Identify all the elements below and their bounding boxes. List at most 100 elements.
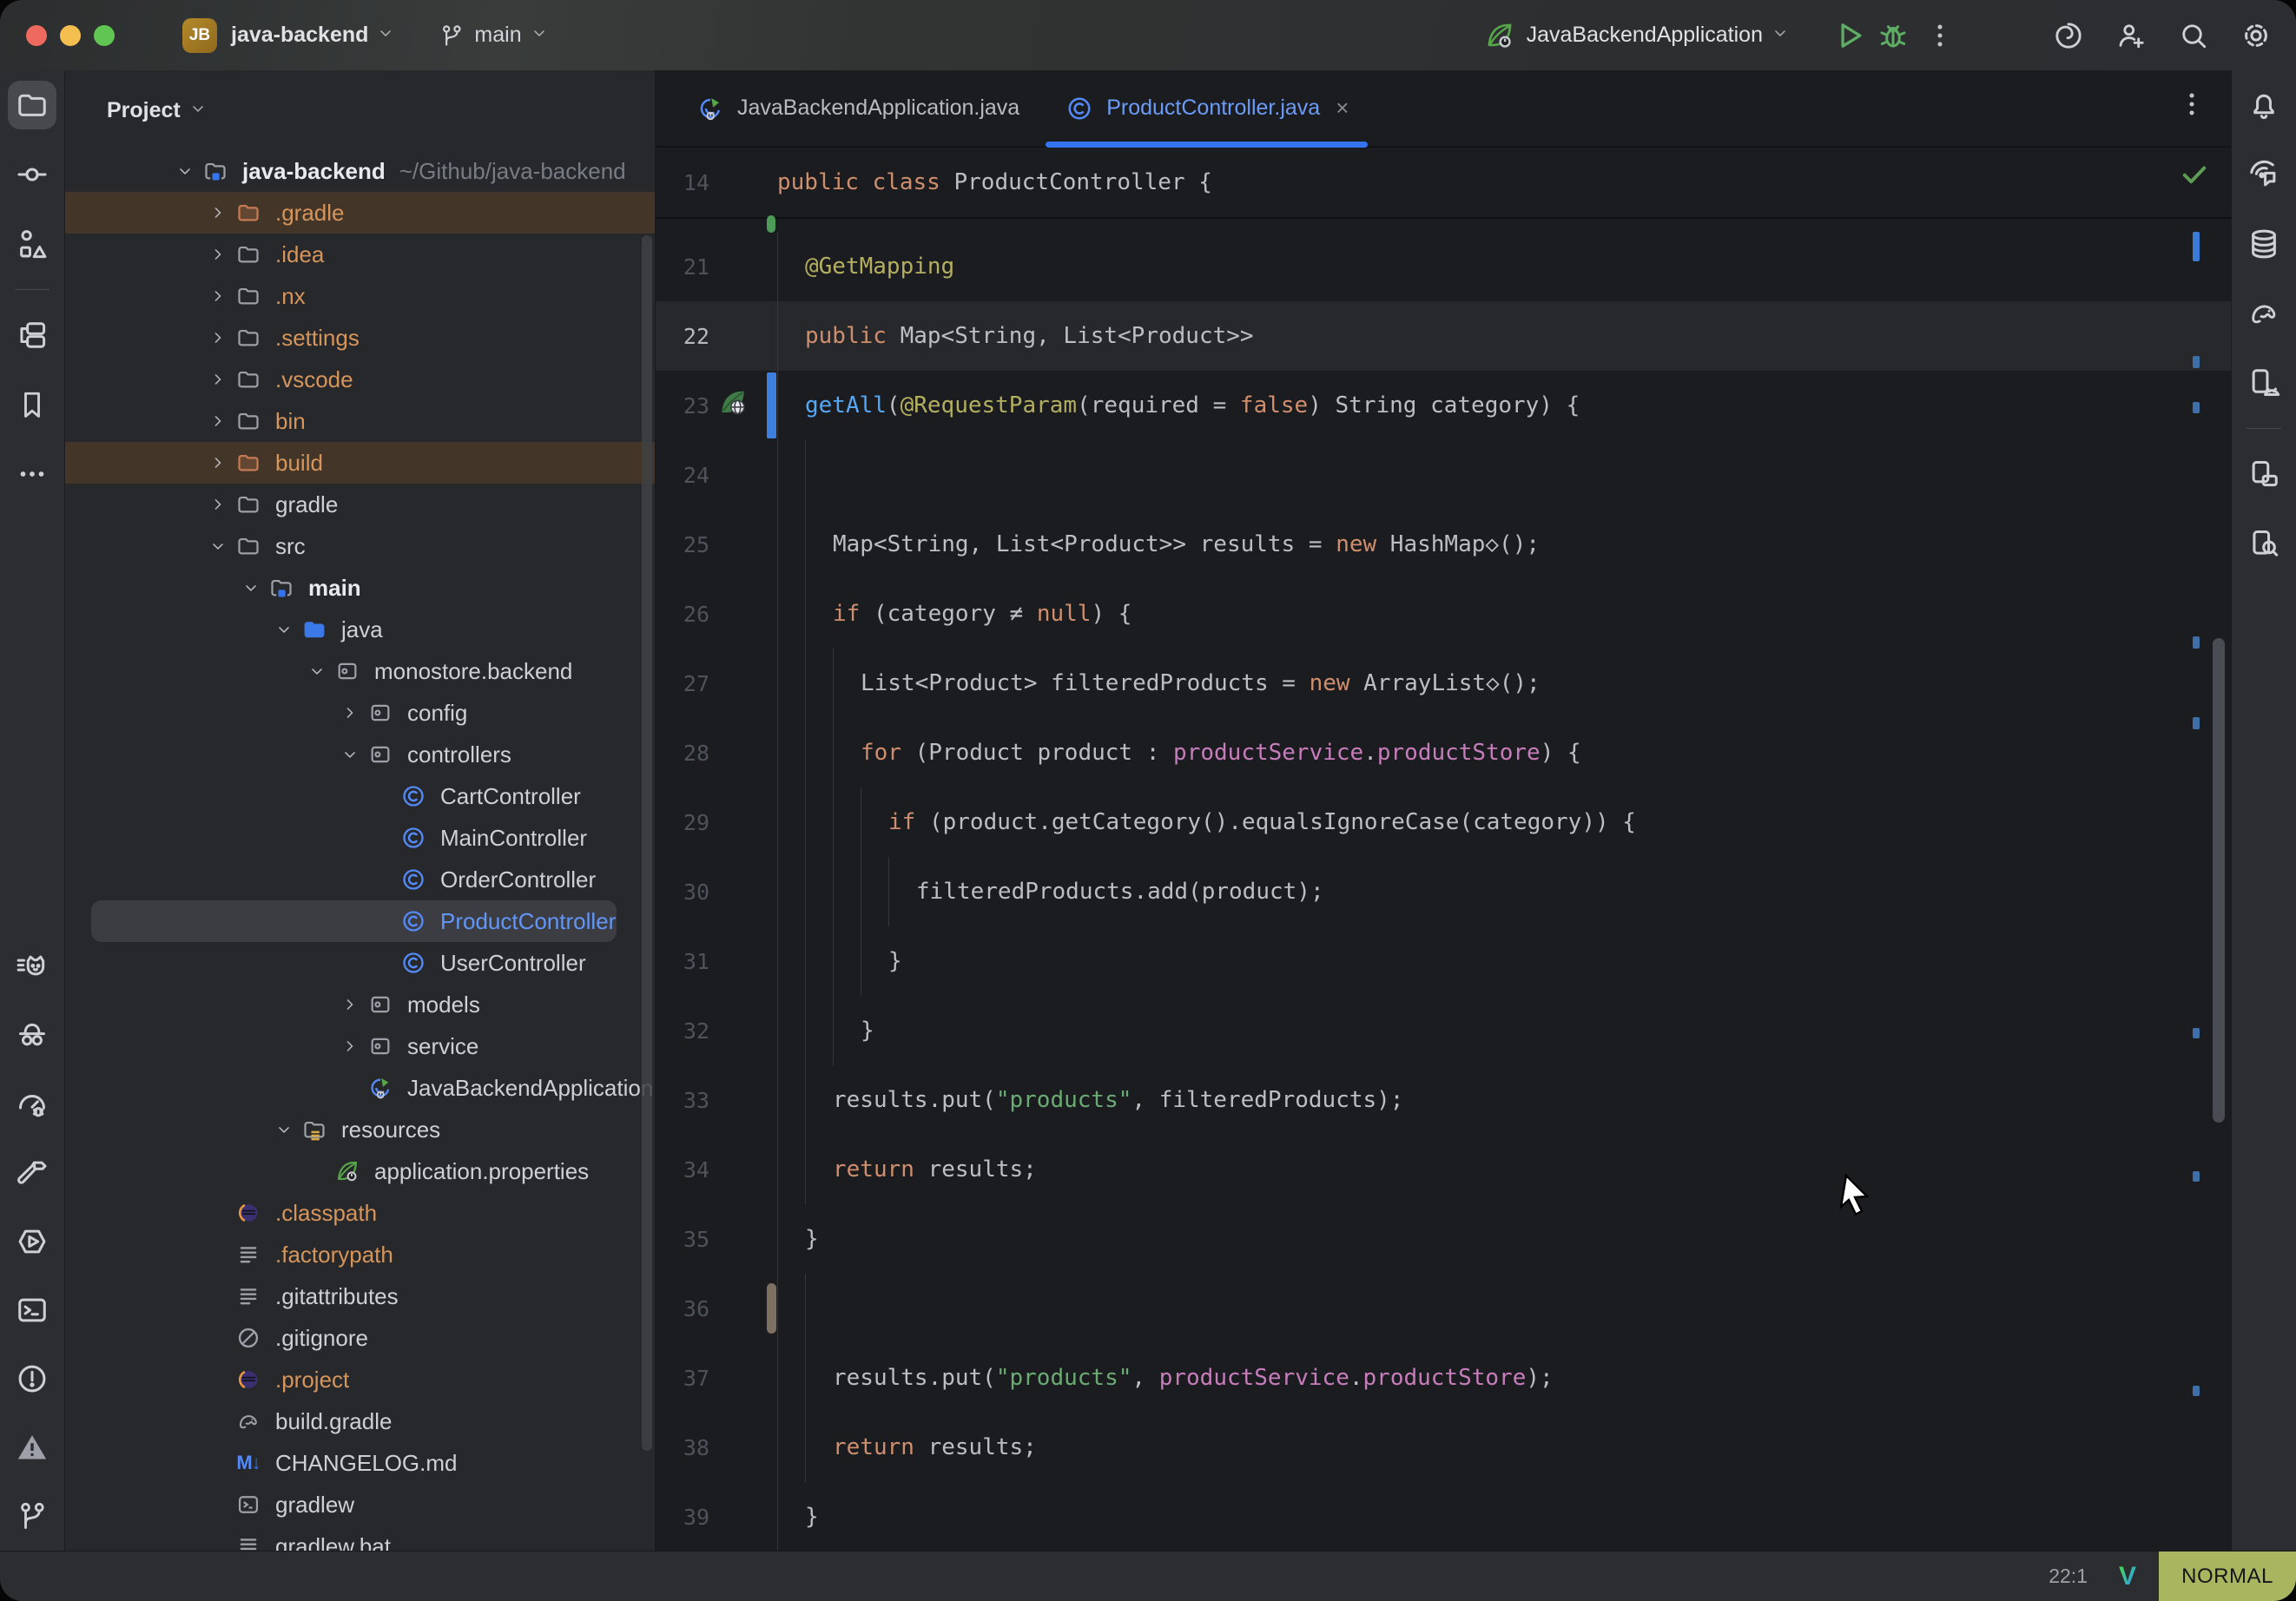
tree-row-changelog-md[interactable]: M↓CHANGELOG.md <box>65 1442 655 1484</box>
tree-row-config[interactable]: config <box>65 692 655 734</box>
sticky-code-line-14[interactable]: 14public class ProductController { <box>656 148 1212 217</box>
tree-row--classpath[interactable]: .classpath <box>65 1192 655 1234</box>
run-play-icon[interactable] <box>1831 16 1869 55</box>
error-stripe-mark[interactable] <box>2193 717 2200 729</box>
tree-row--vscode[interactable]: .vscode <box>65 359 655 400</box>
chevron-expanded-icon[interactable] <box>334 739 366 770</box>
tree-row--gitignore[interactable]: .gitignore <box>65 1317 655 1359</box>
ai-assistant-chat-icon[interactable] <box>2240 150 2288 199</box>
profiler-gauge-icon[interactable] <box>8 1080 56 1129</box>
code-line-28[interactable]: 28for (Product product : productService.… <box>656 718 2231 787</box>
editor-scrollbar[interactable] <box>2213 638 2225 1123</box>
ai-swirl-icon[interactable] <box>2049 16 2088 55</box>
build-hammer-icon[interactable] <box>8 1149 56 1197</box>
tree-row-gradlew[interactable]: gradlew <box>65 1484 655 1525</box>
chevron-collapsed-icon[interactable] <box>202 322 234 353</box>
code-line-38[interactable]: 38return results; <box>656 1413 2231 1482</box>
tree-row--settings[interactable]: .settings <box>65 317 655 359</box>
tree-row-java[interactable]: java <box>65 609 655 650</box>
vim-mode-badge[interactable]: NORMAL <box>2159 1552 2296 1601</box>
tree-row--project[interactable]: .project <box>65 1359 655 1400</box>
project-avatar[interactable]: JB <box>182 18 217 53</box>
tree-row-application-properties[interactable]: application.properties <box>65 1150 655 1192</box>
tree-row-java-backend[interactable]: java-backend~/Github/java-backend <box>65 150 655 192</box>
code-line-27[interactable]: 27List<Product> filteredProducts = new A… <box>656 649 2231 718</box>
vcs-branch-widget[interactable]: main <box>439 23 547 48</box>
tree-row-cartcontroller[interactable]: CartController <box>65 775 655 817</box>
chevron-collapsed-icon[interactable] <box>202 447 234 478</box>
tree-row-main[interactable]: main <box>65 567 655 609</box>
error-stripe-mark[interactable] <box>2193 636 2200 649</box>
running-devices-icon[interactable] <box>2240 450 2288 498</box>
error-stripe-mark[interactable] <box>2193 356 2200 368</box>
gradle-elephant-icon[interactable] <box>2240 289 2288 338</box>
tree-row-models[interactable]: models <box>65 984 655 1025</box>
tree-row-resources[interactable]: resources <box>65 1109 655 1150</box>
code-line-29[interactable]: 29if (product.getCategory().equalsIgnore… <box>656 787 2231 857</box>
chevron-expanded-icon[interactable] <box>235 572 267 603</box>
tree-row-gradle[interactable]: gradle <box>65 484 655 525</box>
services-icon[interactable] <box>8 311 56 359</box>
code-line-30[interactable]: 30filteredProducts.add(product); <box>656 857 2231 926</box>
tree-row-bin[interactable]: bin <box>65 400 655 442</box>
device-explorer-icon[interactable] <box>2240 519 2288 568</box>
error-stripe-mark[interactable] <box>2193 1171 2200 1182</box>
project-tree-scrollbar[interactable] <box>642 235 652 1451</box>
chevron-collapsed-icon[interactable] <box>334 697 366 728</box>
commit-icon[interactable] <box>8 150 56 199</box>
close-tab-icon[interactable]: × <box>1336 95 1349 122</box>
ideavim-icon[interactable]: V <box>2119 1562 2136 1591</box>
incognito-spy-icon[interactable] <box>8 1011 56 1060</box>
chevron-collapsed-icon[interactable] <box>202 489 234 520</box>
zoom-window-button[interactable] <box>94 25 115 46</box>
code-line-31[interactable]: 31} <box>656 926 2231 996</box>
error-stripe-mark[interactable] <box>2193 402 2200 413</box>
error-stripe-mark[interactable] <box>2193 232 2200 261</box>
chevron-expanded-icon[interactable] <box>268 614 300 645</box>
git-branch-icon[interactable] <box>8 1492 56 1540</box>
inspections-ok-check-icon[interactable] <box>2179 159 2210 194</box>
tree-row--idea[interactable]: .idea <box>65 234 655 275</box>
tab-javabackendapplication-java[interactable]: JavaBackendApplication.java <box>673 70 1042 146</box>
bookmarks-icon[interactable] <box>8 380 56 429</box>
editor-options-kebab-icon[interactable] <box>2177 89 2207 123</box>
run-hexagon-icon[interactable] <box>8 1217 56 1266</box>
tree-row-build-gradle[interactable]: build.gradle <box>65 1400 655 1442</box>
settings-gear-icon[interactable] <box>2237 16 2275 55</box>
chevron-collapsed-icon[interactable] <box>202 405 234 437</box>
structure-icon[interactable] <box>8 220 56 268</box>
code-line-24[interactable]: 24 <box>656 440 2231 510</box>
code-line-33[interactable]: 33results.put("products", filteredProduc… <box>656 1065 2231 1135</box>
problems-icon[interactable] <box>8 1354 56 1403</box>
code-line-22[interactable]: 22public Map<String, List<Product>> <box>656 301 2231 371</box>
project-folder-icon[interactable] <box>8 81 56 129</box>
code-line-35[interactable]: 35} <box>656 1204 2231 1274</box>
tab-productcontroller-java[interactable]: ProductController.java× <box>1042 70 1371 146</box>
error-stripe-mark[interactable] <box>2193 1386 2200 1396</box>
tree-row-monostore-backend[interactable]: monostore.backend <box>65 650 655 692</box>
chevron-collapsed-icon[interactable] <box>202 280 234 312</box>
code-line-23[interactable]: 23getAll(@RequestParam(required = false)… <box>656 371 2231 440</box>
tree-row--gradle[interactable]: .gradle <box>65 192 655 234</box>
chevron-expanded-icon[interactable] <box>268 1114 300 1145</box>
user-add-icon[interactable] <box>2112 16 2150 55</box>
warning-triangle-icon[interactable] <box>8 1423 56 1472</box>
code-line-34[interactable]: 34return results; <box>656 1135 2231 1204</box>
code-line-25[interactable]: 25Map<String, List<Product>> results = n… <box>656 510 2231 579</box>
chevron-expanded-icon[interactable] <box>301 656 333 687</box>
terminal-icon[interactable] <box>8 1286 56 1334</box>
database-icon[interactable] <box>2240 220 2288 268</box>
tree-row-service[interactable]: service <box>65 1025 655 1067</box>
code-line-37[interactable]: 37results.put("products", productService… <box>656 1343 2231 1413</box>
device-android-icon[interactable] <box>2240 359 2288 407</box>
debug-bug-icon[interactable] <box>1874 16 1912 55</box>
tree-row-usercontroller[interactable]: UserController <box>65 942 655 984</box>
error-stripe-mark[interactable] <box>2193 1028 2200 1038</box>
caret-position[interactable]: 22:1 <box>2049 1565 2088 1588</box>
search-icon[interactable] <box>2174 16 2213 55</box>
chevron-collapsed-icon[interactable] <box>334 1031 366 1062</box>
close-window-button[interactable] <box>26 25 47 46</box>
code-pane[interactable]: 21@GetMapping22public Map<String, List<P… <box>656 219 2231 1552</box>
project-panel-header[interactable]: Project <box>65 70 655 150</box>
run-configuration-widget[interactable]: JavaBackendApplication <box>1485 21 1789 50</box>
